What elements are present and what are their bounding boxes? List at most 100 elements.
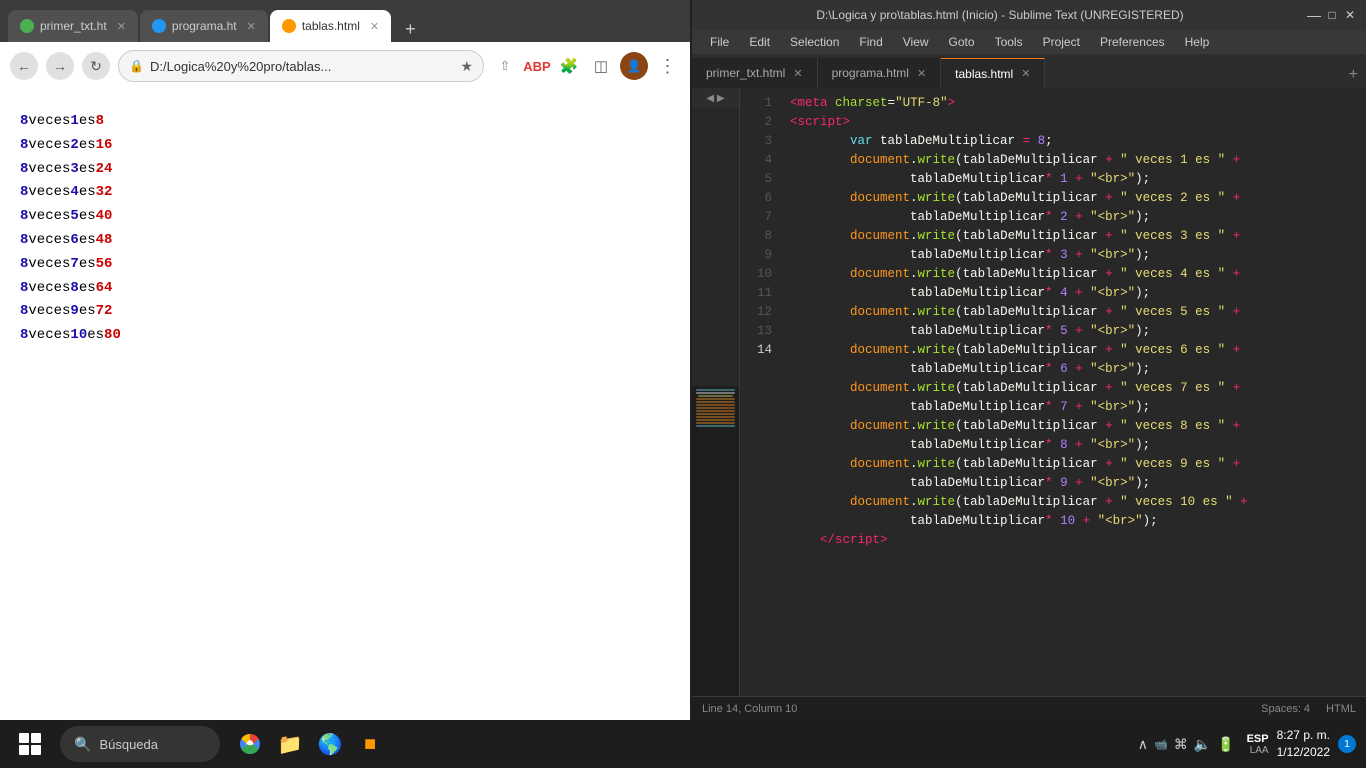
minimap-line bbox=[696, 410, 735, 412]
code-lines[interactable]: <meta charset="UTF-8"> <script> var tabl… bbox=[780, 88, 1366, 696]
output-line-4: 8 veces 4 es 32 bbox=[20, 181, 670, 205]
close-button[interactable]: ✕ bbox=[1344, 9, 1356, 21]
browser-window: primer_txt.ht ✕ programa.ht ✕ tablas.htm… bbox=[0, 0, 690, 720]
code-line-13b: tablaDeMultiplicar* 10 + "<br>"); bbox=[790, 512, 1366, 531]
win-logo-bl bbox=[19, 745, 29, 755]
code-line-6: document.write(tablaDeMultiplicar + " ve… bbox=[790, 227, 1366, 246]
adblock-icon[interactable]: ABP bbox=[524, 53, 550, 79]
code-line-13: document.write(tablaDeMultiplicar + " ve… bbox=[790, 493, 1366, 512]
editor-tab-3-close[interactable]: ✕ bbox=[1021, 67, 1030, 80]
editor-new-tab-button[interactable]: + bbox=[1341, 62, 1366, 88]
tray-arrow-icon[interactable]: ∧ bbox=[1138, 736, 1148, 753]
minimize-button[interactable]: — bbox=[1308, 9, 1320, 21]
editor-tab-1-close[interactable]: ✕ bbox=[793, 67, 802, 80]
minimap-line bbox=[696, 398, 735, 400]
sidebar-toggle-icon[interactable]: ◫ bbox=[588, 53, 614, 79]
code-line-10b: tablaDeMultiplicar* 7 + "<br>"); bbox=[790, 398, 1366, 417]
editor-tab-1-label: primer_txt.html bbox=[706, 66, 785, 80]
new-tab-button[interactable]: + bbox=[399, 17, 422, 42]
code-line-5b: tablaDeMultiplicar* 2 + "<br>"); bbox=[790, 208, 1366, 227]
fold-line-5 bbox=[692, 190, 739, 209]
output-line-9: 8 veces 9 es 72 bbox=[20, 300, 670, 324]
editor-tab-3[interactable]: tablas.html ✕ bbox=[941, 58, 1045, 88]
line-num-7: 7 bbox=[740, 208, 780, 227]
back-button[interactable]: ← bbox=[10, 52, 38, 80]
reload-button[interactable]: ↻ bbox=[82, 52, 110, 80]
line-num-9: 9 bbox=[740, 246, 780, 265]
extension-up-icon[interactable]: ⇧ bbox=[492, 53, 518, 79]
sublime-icon: ■ bbox=[364, 733, 376, 756]
code-line-14: </script> bbox=[790, 531, 1366, 550]
minimap-line bbox=[698, 395, 733, 397]
line-num-14: 14 bbox=[740, 341, 780, 360]
code-line-3: var tablaDeMultiplicar = 8; bbox=[790, 132, 1366, 151]
browser-tab-3[interactable]: tablas.html ✕ bbox=[270, 10, 391, 42]
code-line-8: document.write(tablaDeMultiplicar + " ve… bbox=[790, 303, 1366, 322]
taskbar-files-icon[interactable]: 📁 bbox=[272, 726, 308, 762]
editor-title-text: D:\Logica y pro\tablas.html (Inicio) - S… bbox=[702, 8, 1298, 22]
browser-tab-2[interactable]: programa.ht ✕ bbox=[140, 10, 268, 42]
address-bar[interactable]: 🔒 D:/Logica%20y%20pro/tablas... ★ bbox=[118, 50, 484, 82]
taskbar-search[interactable]: 🔍 Búsqueda bbox=[60, 726, 220, 762]
tab-close-1[interactable]: ✕ bbox=[117, 20, 126, 33]
fold-line-12 bbox=[692, 323, 739, 342]
output-line-5: 8 veces 5 es 40 bbox=[20, 205, 670, 229]
taskbar-search-label: Búsqueda bbox=[99, 737, 158, 752]
output-line-7: 8 veces 7 es 56 bbox=[20, 253, 670, 277]
menu-edit[interactable]: Edit bbox=[739, 33, 780, 51]
browser-tab-1[interactable]: primer_txt.ht ✕ bbox=[8, 10, 138, 42]
editor-tab-2-close[interactable]: ✕ bbox=[917, 67, 926, 80]
editor-tab-1[interactable]: primer_txt.html ✕ bbox=[692, 58, 818, 88]
clock-area[interactable]: 8:27 p. m. 1/12/2022 bbox=[1277, 727, 1330, 761]
menu-file[interactable]: File bbox=[700, 33, 739, 51]
menu-find[interactable]: Find bbox=[849, 33, 892, 51]
menu-dots-icon[interactable]: ⋮ bbox=[654, 53, 680, 79]
tab-close-2[interactable]: ✕ bbox=[247, 20, 256, 33]
volume-icon[interactable]: 🔈 bbox=[1194, 736, 1211, 753]
lang-icon[interactable]: 📹 bbox=[1154, 738, 1168, 751]
fold-line-2 bbox=[692, 133, 739, 152]
fold-line-7 bbox=[692, 228, 739, 247]
line-num-3: 3 bbox=[740, 132, 780, 151]
tab-label-2: programa.ht bbox=[172, 19, 237, 33]
minimap-line bbox=[696, 425, 735, 427]
menu-help[interactable]: Help bbox=[1175, 33, 1220, 51]
star-icon[interactable]: ★ bbox=[460, 58, 473, 75]
maximize-button[interactable]: □ bbox=[1326, 9, 1338, 21]
chrome-svg bbox=[239, 733, 261, 755]
tab-close-3[interactable]: ✕ bbox=[370, 20, 379, 33]
menu-preferences[interactable]: Preferences bbox=[1090, 33, 1175, 51]
menu-goto[interactable]: Goto bbox=[939, 33, 985, 51]
lock-icon: 🔒 bbox=[129, 59, 144, 73]
editor-tab-2[interactable]: programa.html ✕ bbox=[818, 58, 942, 88]
menu-view[interactable]: View bbox=[893, 33, 939, 51]
puzzle-icon[interactable]: 🧩 bbox=[556, 53, 582, 79]
profile-avatar[interactable]: 👤 bbox=[620, 52, 648, 80]
code-line-7: document.write(tablaDeMultiplicar + " ve… bbox=[790, 265, 1366, 284]
forward-button[interactable]: → bbox=[46, 52, 74, 80]
notification-badge[interactable]: 1 bbox=[1338, 735, 1356, 753]
taskbar: 🔍 Búsqueda 📁 🌎 ■ ∧ 📹 ⌘ 🔈 🔋 ESP LAA bbox=[0, 720, 1366, 768]
line-num-13: 13 bbox=[740, 322, 780, 341]
menu-tools[interactable]: Tools bbox=[985, 33, 1033, 51]
taskbar-edge-icon[interactable]: 🌎 bbox=[312, 726, 348, 762]
address-text: D:/Logica%20y%20pro/tablas... bbox=[150, 59, 454, 74]
fold-line-13 bbox=[692, 342, 739, 361]
taskbar-chrome-icon[interactable] bbox=[232, 726, 268, 762]
start-button[interactable] bbox=[10, 724, 50, 764]
fold-line-3 bbox=[692, 152, 739, 171]
fold-line-4 bbox=[692, 171, 739, 190]
menu-selection[interactable]: Selection bbox=[780, 33, 849, 51]
status-spaces: Spaces: 4 bbox=[1261, 703, 1310, 715]
fold-line-8 bbox=[692, 247, 739, 266]
battery-icon[interactable]: 🔋 bbox=[1217, 736, 1234, 753]
tab-bar: primer_txt.ht ✕ programa.ht ✕ tablas.htm… bbox=[0, 0, 690, 42]
language-display: ESP LAA bbox=[1247, 733, 1269, 756]
minimap-line bbox=[696, 416, 735, 418]
wifi-icon[interactable]: ⌘ bbox=[1174, 736, 1188, 753]
menu-project[interactable]: Project bbox=[1033, 33, 1090, 51]
minimap-line bbox=[696, 389, 735, 391]
navigation-bar: ← → ↻ 🔒 D:/Logica%20y%20pro/tablas... ★ … bbox=[0, 42, 690, 90]
taskbar-sublime-icon[interactable]: ■ bbox=[352, 726, 388, 762]
minimap-line bbox=[696, 422, 735, 424]
